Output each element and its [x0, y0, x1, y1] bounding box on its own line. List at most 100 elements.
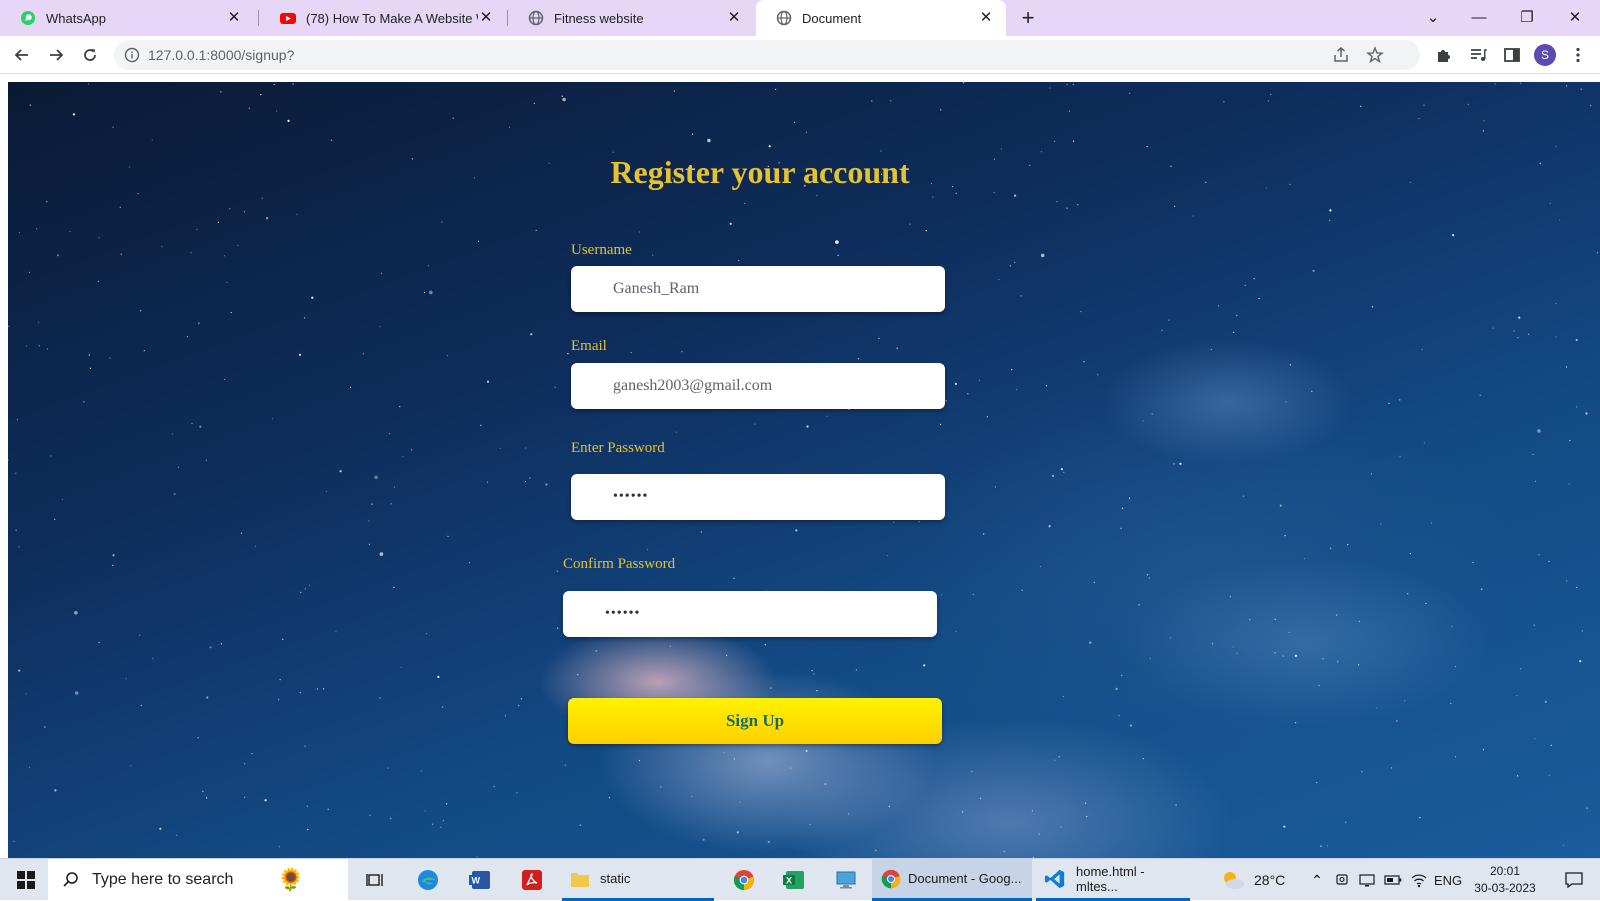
close-window-button[interactable]: ✕ [1552, 4, 1598, 32]
tab-title: Fitness website [554, 10, 644, 26]
svg-text:W: W [472, 876, 481, 886]
side-panel-button[interactable] [1498, 41, 1526, 69]
extensions-button[interactable] [1430, 41, 1458, 69]
sign-up-button[interactable]: Sign Up [568, 698, 942, 744]
info-icon[interactable] [124, 47, 140, 63]
word-app[interactable]: W [460, 859, 500, 901]
puzzle-icon [1438, 50, 1450, 62]
share-icon[interactable] [1332, 46, 1350, 64]
excel-icon: X [783, 871, 804, 889]
whatsapp-icon [20, 10, 36, 26]
vscode-icon [1044, 869, 1065, 888]
signup-form: Register your account Username Email Ent… [8, 82, 1600, 858]
taskbar-search[interactable]: Type here to search 🌻 [48, 859, 348, 901]
windows-taskbar: Type here to search 🌻 W static X Documen… [0, 858, 1600, 901]
acrobat-app[interactable] [512, 859, 552, 901]
notifications-button[interactable] [1554, 859, 1594, 901]
show-hidden-icons-chevron-icon[interactable]: ⌃ [1306, 859, 1328, 901]
playlist-icon [1471, 49, 1487, 61]
edge-app[interactable] [408, 859, 448, 901]
username-input[interactable] [571, 266, 945, 312]
battery-icon[interactable] [1382, 859, 1404, 901]
monitor-icon [836, 871, 856, 889]
close-icon[interactable]: ✕ [726, 10, 742, 26]
taskbar-item-label: home.html - mltes... [1075, 863, 1145, 894]
edge-icon [418, 870, 438, 890]
address-bar[interactable]: 127.0.0.1:8000/signup? [114, 40, 1420, 70]
start-button[interactable] [4, 859, 48, 901]
task-view-button[interactable] [356, 859, 396, 901]
forward-button[interactable] [42, 41, 70, 69]
acrobat-icon [522, 870, 542, 890]
windows-logo-icon [17, 871, 35, 889]
url-text: 127.0.0.1:8000/signup? [148, 47, 295, 63]
page-title: Register your account [610, 154, 910, 190]
tab-search-chevron-icon[interactable]: ⌄ [1410, 4, 1456, 32]
meet-now-icon[interactable] [1332, 859, 1354, 901]
taskbar-item-label: static [600, 871, 631, 886]
taskbar-item-static[interactable]: static [562, 859, 714, 901]
system-clock[interactable]: 20:01 30-03-2023 [1470, 863, 1540, 897]
minimize-button[interactable]: — [1456, 4, 1502, 32]
username-label: Username [571, 242, 632, 258]
tab-whatsapp[interactable]: WhatsApp ✕ [0, 0, 254, 36]
search-highlight-icon: 🌻 [277, 867, 305, 892]
display-settings-icon[interactable] [1356, 859, 1378, 901]
taskbar-item-label: Document - Goog... [908, 871, 1022, 886]
taskbar-item-document[interactable]: Document - Goog... [872, 859, 1032, 901]
close-icon[interactable]: ✕ [478, 10, 494, 26]
reload-button[interactable] [76, 41, 104, 69]
password-label: Enter Password [571, 440, 665, 456]
tab-divider [258, 10, 259, 26]
close-icon[interactable]: ✕ [226, 10, 242, 26]
email-label: Email [571, 338, 607, 354]
tab-title: (78) How To Make A Website Wit [306, 10, 478, 26]
search-icon [63, 872, 78, 887]
bookmark-star-icon[interactable] [1366, 46, 1384, 64]
clock-date: 30-03-2023 [1474, 881, 1536, 895]
weather-widget[interactable]: 28°C [1220, 859, 1285, 901]
password-input[interactable] [571, 474, 945, 520]
back-arrow-icon [14, 49, 28, 61]
forward-arrow-icon [50, 49, 64, 61]
menu-button[interactable] [1564, 41, 1592, 69]
weather-temp: 28°C [1254, 872, 1286, 888]
new-tab-button[interactable]: + [1014, 6, 1042, 30]
kebab-menu-icon [1576, 47, 1580, 63]
excel-app[interactable]: X [774, 859, 814, 901]
close-icon[interactable]: ✕ [978, 10, 994, 26]
chrome-icon [881, 869, 901, 888]
media-button[interactable] [1464, 41, 1492, 69]
youtube-icon [280, 10, 296, 26]
word-icon: W [469, 871, 490, 889]
reload-icon [84, 49, 96, 61]
browser-toolbar: 127.0.0.1:8000/signup? S [0, 36, 1600, 74]
task-view-icon [366, 874, 383, 886]
wifi-icon[interactable] [1408, 859, 1430, 901]
back-button[interactable] [8, 41, 36, 69]
tab-document[interactable]: Document ✕ [756, 0, 1006, 36]
profile-avatar[interactable]: S [1534, 44, 1556, 66]
folder-icon [571, 872, 589, 887]
globe-icon [528, 10, 544, 26]
chrome-app[interactable] [724, 859, 764, 901]
confirm-password-input[interactable] [563, 591, 937, 637]
chrome-icon [733, 870, 755, 891]
page-viewport: Register your account Username Email Ent… [8, 82, 1600, 858]
tab-fitness-website[interactable]: Fitness website ✕ [508, 0, 754, 36]
restore-button[interactable]: ❐ [1504, 4, 1550, 32]
notification-icon [1565, 872, 1583, 889]
confirm-password-label: Confirm Password [563, 556, 676, 572]
language-indicator[interactable]: ENG [1434, 859, 1462, 901]
search-placeholder: Type here to search [92, 871, 234, 888]
email-input[interactable] [571, 363, 945, 409]
taskbar-item-vscode[interactable]: home.html - mltes... [1036, 859, 1190, 901]
globe-icon [776, 10, 792, 26]
side-panel-icon [1504, 48, 1520, 62]
partly-sunny-icon [1224, 872, 1244, 889]
clock-time: 20:01 [1489, 864, 1521, 878]
display-app[interactable] [826, 859, 866, 901]
tab-youtube[interactable]: (78) How To Make A Website Wit ✕ [260, 0, 506, 36]
tab-title: Document [802, 10, 862, 26]
tab-title: WhatsApp [46, 10, 106, 26]
